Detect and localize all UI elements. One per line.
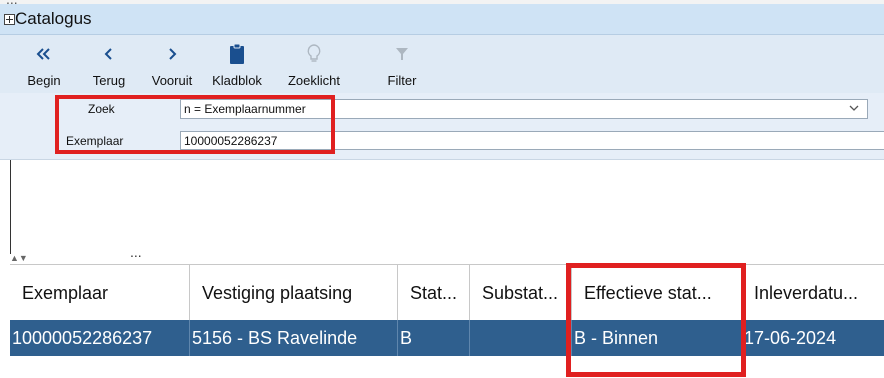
cell-substatus — [470, 320, 572, 356]
exemplaar-input[interactable] — [180, 131, 884, 150]
terug-label: Terug — [92, 73, 126, 88]
begin-label: Begin — [27, 73, 61, 88]
grid-header-row: Exemplaar Vestiging plaatsing Stat... Su… — [10, 264, 884, 322]
vooruit-label: Vooruit — [151, 73, 193, 88]
table-row[interactable]: 10000052286237 5156 - BS Ravelinde B B -… — [10, 320, 884, 356]
column-header-substatus[interactable]: Substat... — [470, 265, 572, 321]
cell-exemplaar: 10000052286237 — [10, 320, 190, 356]
column-header-status[interactable]: Stat... — [398, 265, 470, 321]
zoek-select[interactable]: n = Exemplaarnummer — [180, 99, 868, 119]
filter-label: Filter — [387, 73, 417, 88]
zoeklicht-label: Zoeklicht — [287, 73, 341, 88]
window-titlebar: Catalogus — [0, 4, 884, 35]
kladblok-label: Kladblok — [212, 73, 262, 88]
funnel-icon — [382, 43, 422, 65]
collapse-arrows-icon[interactable]: ▲▼ — [10, 254, 28, 263]
window-expand-icon[interactable] — [4, 14, 15, 25]
lightbulb-icon — [280, 43, 348, 65]
cell-effectieve-status: B - Binnen — [572, 320, 742, 356]
kladblok-button[interactable]: Kladblok — [208, 35, 266, 93]
column-header-vestiging[interactable]: Vestiging plaatsing — [190, 265, 398, 321]
zoek-select-value: n = Exemplaarnummer — [184, 102, 306, 116]
chevron-left-icon — [86, 43, 132, 65]
vooruit-button[interactable]: Vooruit — [148, 35, 196, 93]
cell-vestiging: 5156 - BS Ravelinde — [190, 320, 398, 356]
column-header-exemplaar[interactable]: Exemplaar — [10, 265, 190, 321]
zoeklicht-button[interactable]: Zoeklicht — [280, 35, 348, 93]
column-header-inleverdatum[interactable]: Inleverdatu... — [742, 265, 884, 321]
column-header-effectieve-status[interactable]: Effectieve stat... — [572, 265, 742, 321]
chevron-down-icon — [849, 105, 859, 111]
zoek-label: Zoek — [88, 102, 115, 116]
cell-inleverdatum: 17-06-2024 — [744, 328, 837, 348]
clipboard-icon — [208, 43, 266, 65]
search-panel: Zoek n = Exemplaarnummer Exemplaar — [0, 93, 884, 160]
double-chevron-left-icon — [24, 43, 64, 65]
toolbar: Begin Terug Vooruit Kladblok Zoeklicht F… — [0, 35, 884, 93]
filter-button[interactable]: Filter — [382, 35, 422, 93]
begin-button[interactable]: Begin — [24, 35, 64, 93]
copies-grid: Exemplaar Vestiging plaatsing Stat... Su… — [10, 264, 884, 378]
exemplaar-label: Exemplaar — [66, 134, 124, 148]
cell-status: B — [398, 320, 470, 356]
chevron-right-icon — [148, 43, 196, 65]
terug-button[interactable]: Terug — [86, 35, 132, 93]
window-title: Catalogus — [15, 9, 92, 28]
results-blank-area — [10, 160, 884, 258]
grid-top-strip: ▲▼ ... — [10, 254, 884, 264]
